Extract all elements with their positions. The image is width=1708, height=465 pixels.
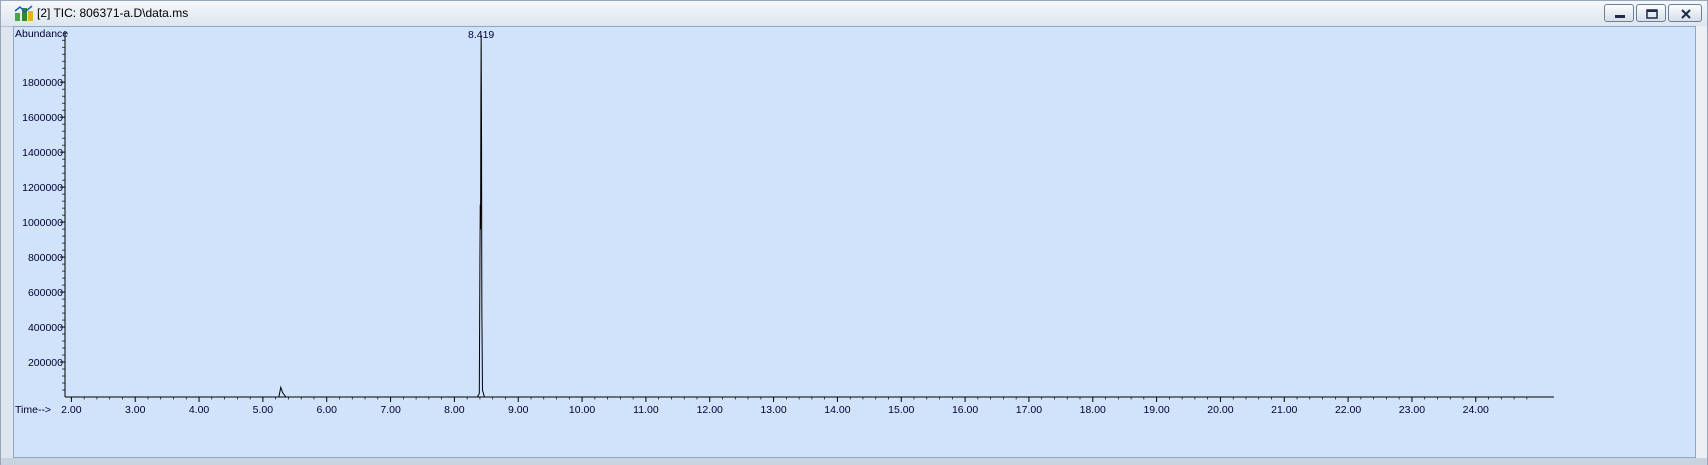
x-tick-label: 12.00 — [697, 404, 723, 416]
x-tick-label: 24.00 — [1463, 404, 1489, 416]
x-tick-label: 13.00 — [760, 404, 786, 416]
x-tick-label: 11.00 — [633, 404, 659, 416]
x-tick-label: 2.00 — [61, 404, 82, 416]
minimize-icon — [1615, 15, 1625, 18]
x-axis: 2.00 3.00 4.00 5.00 6.00 7.00 8.00 9.00 10.00 11.… — [61, 396, 1554, 416]
x-tick-label: 4.00 — [189, 404, 210, 416]
y-tick-label: 800000 — [28, 252, 63, 264]
x-tick-label: 19.00 — [1143, 404, 1169, 416]
y-axis-label: Abundance — [15, 28, 68, 40]
y-tick-label: 1400000 — [22, 147, 63, 159]
title-bar[interactable]: [2] TIC: 806371-a.D\data.ms — [1, 1, 1707, 27]
peak-label: 8.419 — [468, 29, 494, 41]
x-tick-label: 7.00 — [380, 404, 401, 416]
restore-button[interactable] — [1636, 4, 1666, 22]
y-axis: 200000 400000 600000 800000 1000000 1200000 14… — [22, 31, 66, 397]
x-tick-label: 16.00 — [952, 404, 978, 416]
chromatogram-window: [2] TIC: 806371-a.D\data.ms 200000 400000… — [0, 0, 1708, 465]
x-tick-label: 17.00 — [1016, 404, 1042, 416]
y-tick-label: 1000000 — [22, 217, 63, 229]
minimize-button[interactable] — [1604, 4, 1634, 22]
peak-labels: 8.419 — [468, 29, 494, 41]
x-tick-label: 18.00 — [1080, 404, 1106, 416]
x-tick-label: 8.00 — [444, 404, 465, 416]
x-tick-label: 22.00 — [1335, 404, 1361, 416]
y-tick-label: 1200000 — [22, 182, 63, 194]
x-tick-label: 9.00 — [508, 404, 529, 416]
close-button[interactable] — [1668, 4, 1702, 22]
restore-icon — [1646, 9, 1658, 19]
tic-chromatogram: 200000 400000 600000 800000 1000000 1200000 14… — [15, 28, 1554, 416]
x-tick-label: 6.00 — [317, 404, 338, 416]
bottom-edge — [1, 458, 1707, 465]
y-tick-label: 1800000 — [22, 77, 63, 89]
chart-panel[interactable]: 200000 400000 600000 800000 1000000 1200000 14… — [13, 26, 1696, 458]
right-margin — [1696, 26, 1707, 458]
y-tick-label: 600000 — [28, 287, 63, 299]
x-tick-label: 21.00 — [1271, 404, 1297, 416]
x-tick-label: 10.00 — [569, 404, 595, 416]
chemstation-tic-icon — [14, 5, 33, 21]
y-tick-label: 1600000 — [22, 112, 63, 124]
tic-trace-line — [65, 34, 1546, 398]
close-icon — [1681, 9, 1691, 19]
window-title: [2] TIC: 806371-a.D\data.ms — [37, 6, 189, 20]
x-tick-label: 5.00 — [253, 404, 274, 416]
y-tick-label: 200000 — [28, 357, 63, 369]
x-tick-label: 14.00 — [824, 404, 850, 416]
x-tick-label: 3.00 — [125, 404, 146, 416]
x-tick-label: 15.00 — [888, 404, 914, 416]
x-axis-label: Time--> — [15, 404, 51, 416]
x-tick-label: 20.00 — [1207, 404, 1233, 416]
y-tick-label: 400000 — [28, 322, 63, 334]
x-tick-label: 23.00 — [1399, 404, 1425, 416]
